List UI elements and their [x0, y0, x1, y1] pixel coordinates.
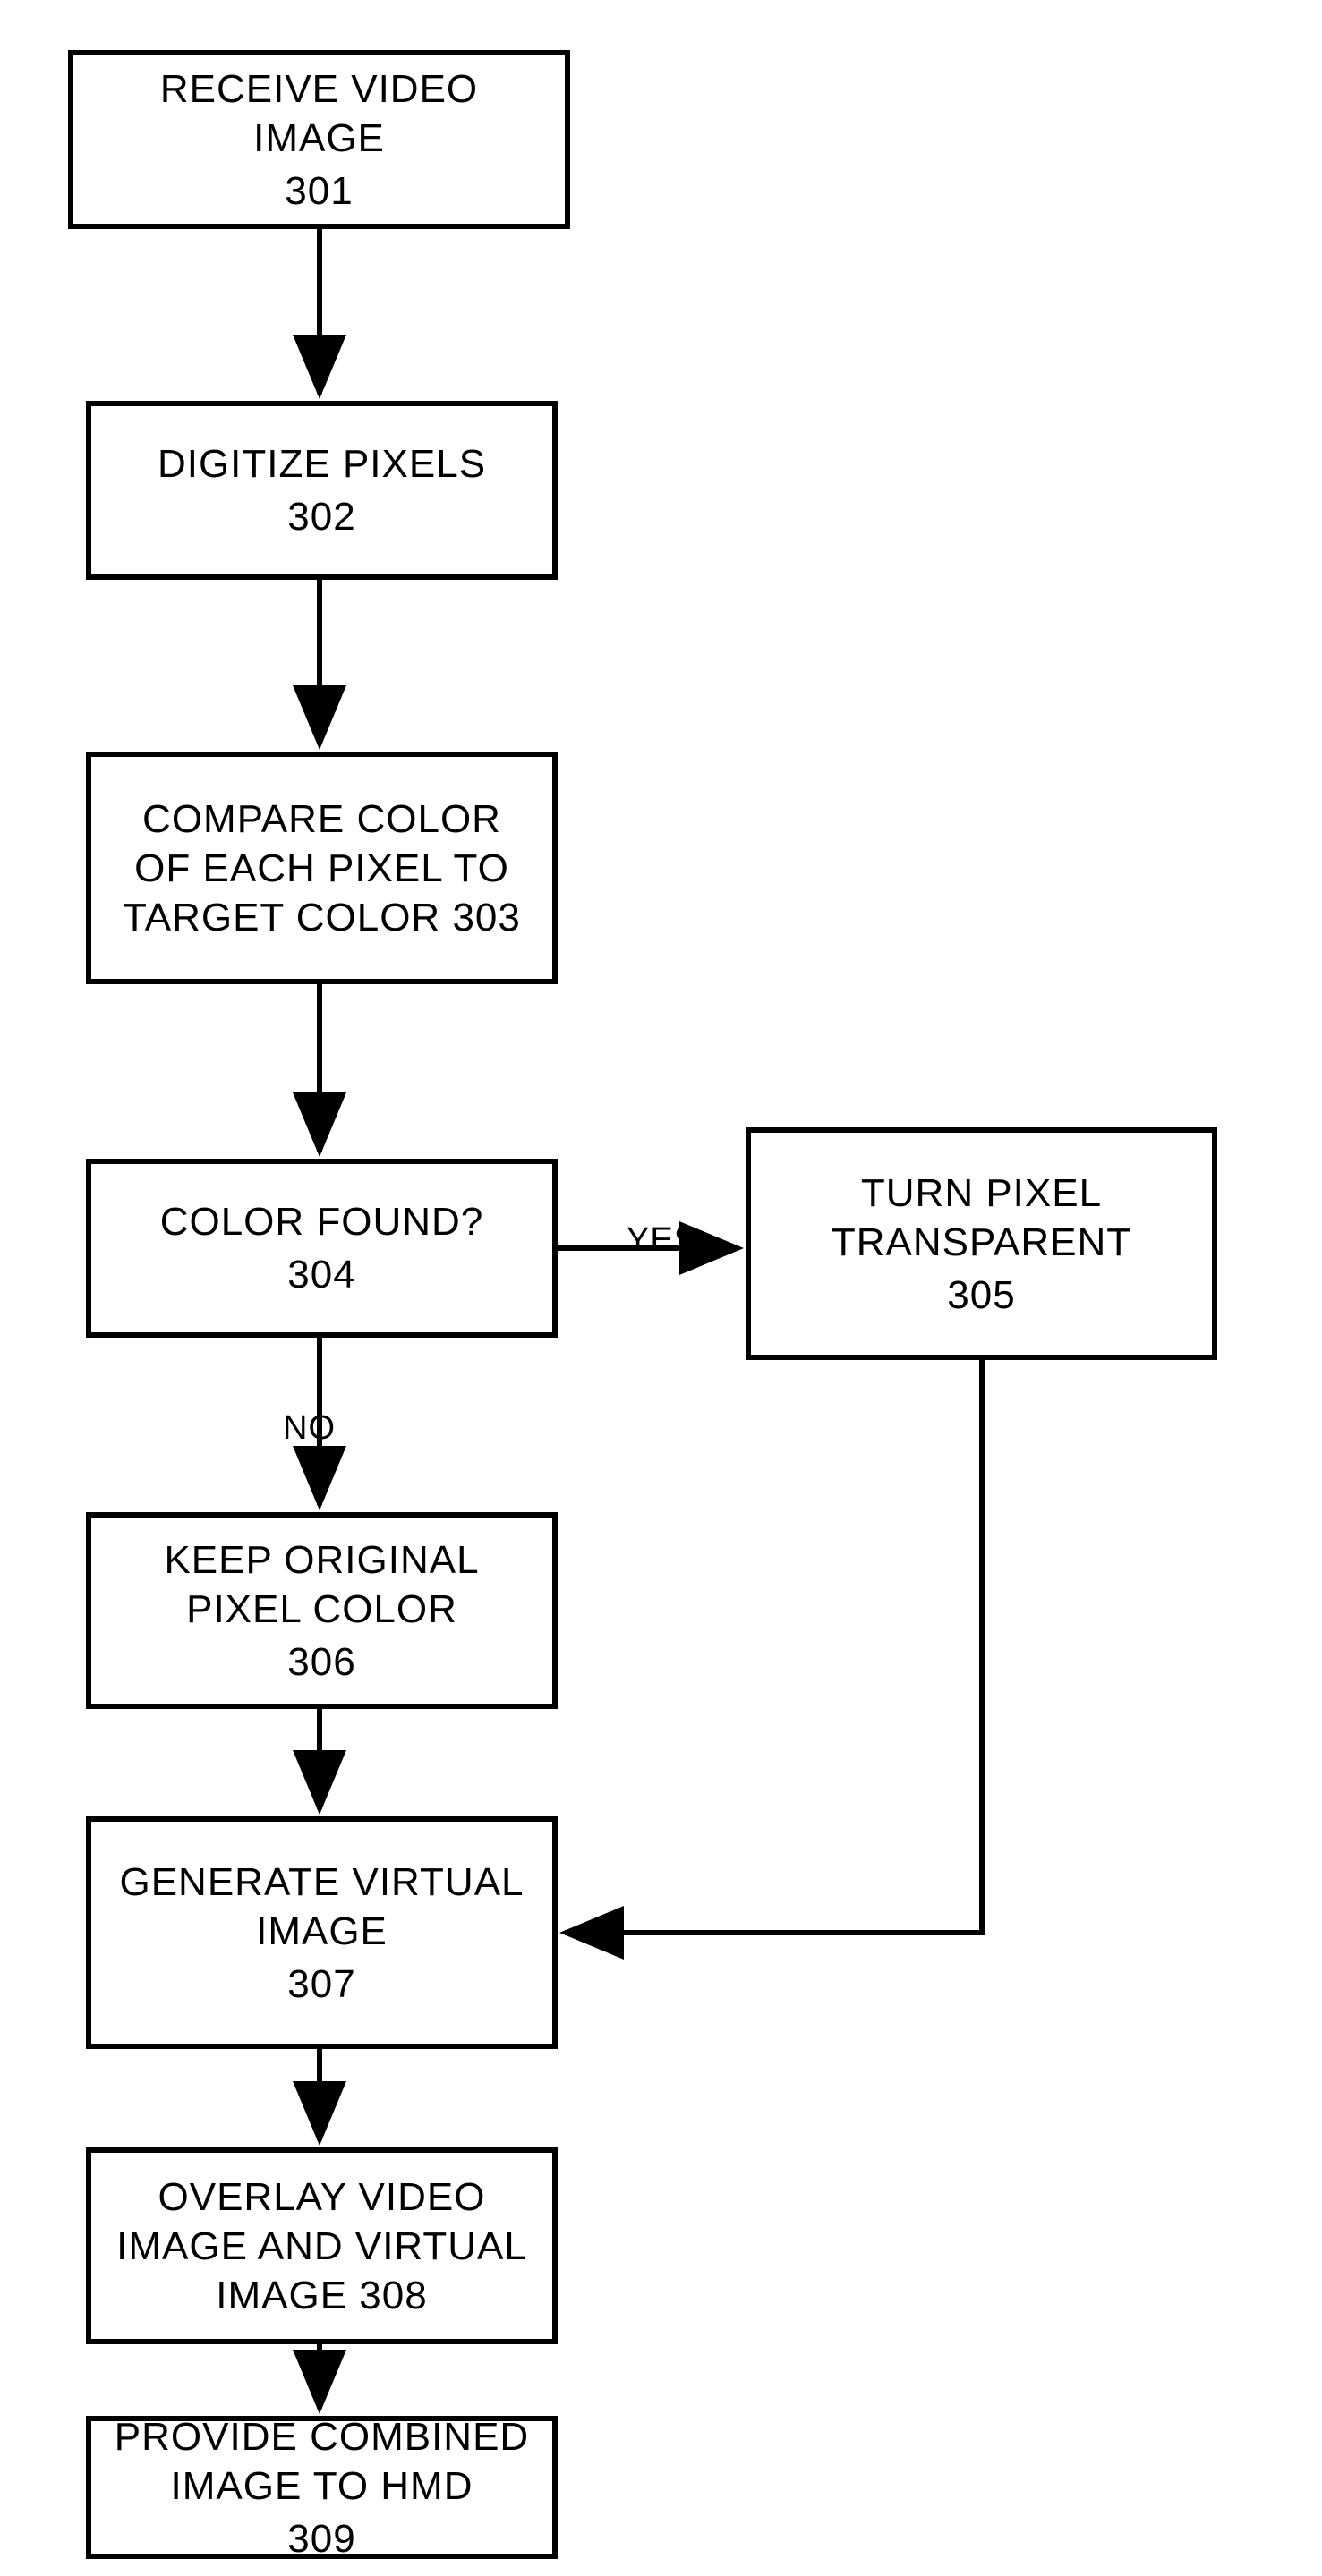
node-ref: 301 [285, 166, 353, 216]
node-label: PROVIDE COMBINED IMAGE TO HMD [109, 2412, 534, 2511]
node-label: RECEIVE VIDEO IMAGE [91, 64, 547, 163]
edge-label-yes: YES [627, 1221, 697, 1260]
node-302: DIGITIZE PIXELS 302 [86, 401, 558, 580]
node-ref: 305 [947, 1271, 1015, 1320]
node-309: PROVIDE COMBINED IMAGE TO HMD 309 [86, 2416, 558, 2559]
node-307: GENERATE VIRTUAL IMAGE 307 [86, 1816, 558, 2049]
node-301: RECEIVE VIDEO IMAGE 301 [68, 50, 570, 229]
node-ref: 309 [287, 2514, 355, 2563]
node-label: GENERATE VIRTUAL IMAGE [109, 1858, 534, 1956]
node-ref: 302 [287, 492, 355, 541]
node-label: DIGITIZE PIXELS [158, 439, 486, 489]
node-ref: 306 [287, 1637, 355, 1687]
edge-label-no: NO [283, 1409, 336, 1448]
node-label: COLOR FOUND? [160, 1197, 484, 1246]
node-305: TURN PIXEL TRANSPARENT 305 [746, 1127, 1217, 1360]
node-label: OVERLAY VIDEO IMAGE AND VIRTUAL IMAGE 30… [109, 2172, 534, 2320]
node-308: OVERLAY VIDEO IMAGE AND VIRTUAL IMAGE 30… [86, 2147, 558, 2344]
node-303: COMPARE COLOR OF EACH PIXEL TO TARGET CO… [86, 752, 558, 984]
node-306: KEEP ORIGINAL PIXEL COLOR 306 [86, 1512, 558, 1709]
node-304: COLOR FOUND? 304 [86, 1159, 558, 1338]
node-ref: 307 [287, 1960, 355, 2009]
node-label: TURN PIXEL TRANSPARENT [769, 1169, 1194, 1267]
flowchart-canvas: RECEIVE VIDEO IMAGE 301 DIGITIZE PIXELS … [0, 0, 1322, 2576]
node-label: COMPARE COLOR OF EACH PIXEL TO TARGET CO… [109, 795, 534, 942]
node-ref: 304 [287, 1250, 355, 1299]
node-label: KEEP ORIGINAL PIXEL COLOR [109, 1535, 534, 1634]
